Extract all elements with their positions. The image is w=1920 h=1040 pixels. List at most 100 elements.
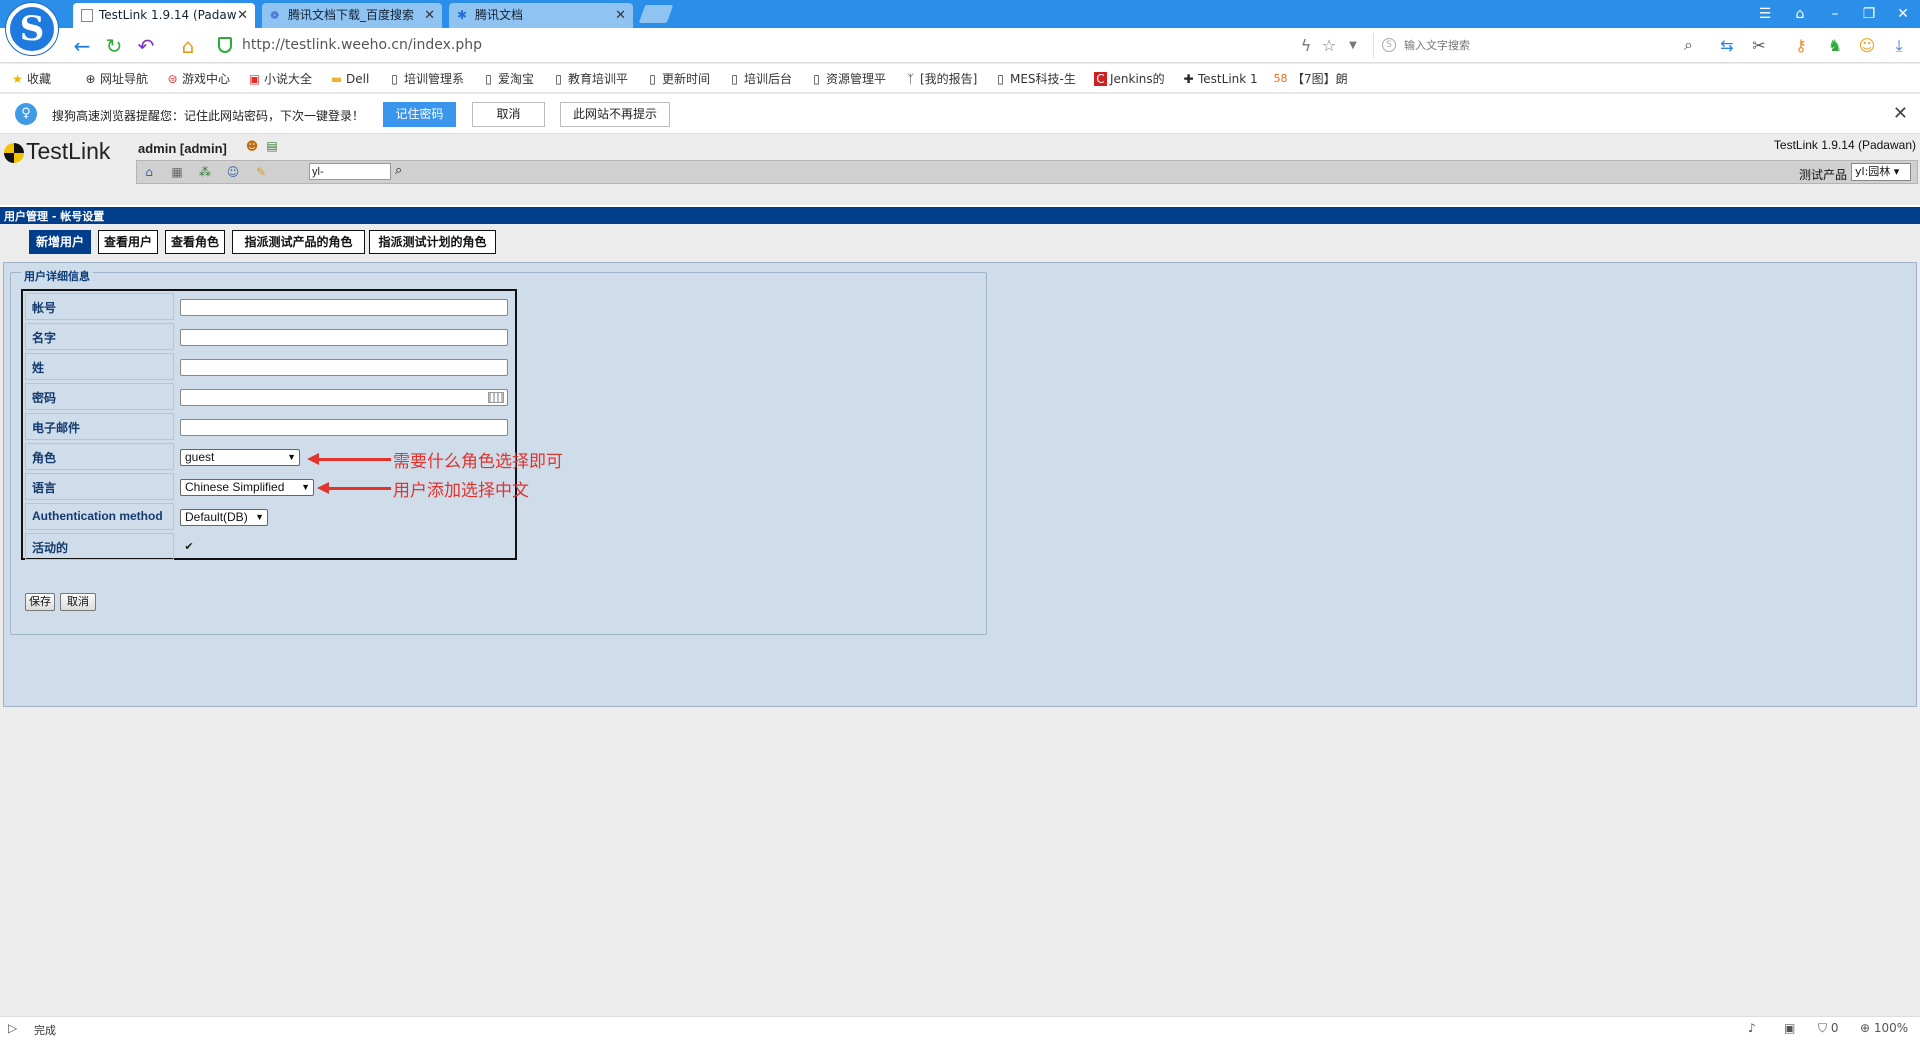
close-icon[interactable]: ✕ [1893, 103, 1908, 124]
tab-view-users[interactable]: 查看用户 [98, 230, 158, 254]
bookmark-item[interactable]: ▯ 教育培训平 [552, 70, 628, 88]
bookmark-item[interactable]: ▯ 爱淘宝 [482, 70, 534, 88]
page-icon: ▯ [731, 72, 738, 86]
search-input[interactable] [1404, 36, 1664, 55]
events-icon[interactable]: ✎ [253, 164, 269, 180]
form-row-firstname: 名字 [25, 323, 513, 351]
form-row-auth: Authentication method Default(DB) ▼ [25, 503, 513, 531]
keyboard-icon[interactable] [488, 392, 504, 403]
bookmark-item[interactable]: ▯ 更新时间 [646, 70, 710, 88]
test-spec-icon[interactable]: ⁂ [197, 164, 213, 180]
close-icon[interactable]: ✕ [424, 3, 435, 28]
logout-icon[interactable]: ▤ [264, 138, 280, 154]
url-host: http://testlink.weeho.cn/ [242, 37, 413, 53]
chevron-down-icon: ▼ [287, 452, 296, 462]
auth-value: Default(DB) [185, 510, 248, 524]
undo-icon[interactable]: ↶ [134, 34, 158, 58]
lightning-icon[interactable]: ϟ [1295, 35, 1317, 57]
download-icon[interactable]: ⤓ [1888, 35, 1910, 57]
restore-button[interactable]: ❐ [1856, 3, 1882, 25]
bookmark-item[interactable]: ⊜ 游戏中心 [166, 70, 230, 88]
tab-assign-product-roles[interactable]: 指派测试产品的角色 [232, 230, 365, 254]
auth-select[interactable]: Default(DB) ▼ [180, 509, 268, 526]
star-icon: ✱ [457, 8, 468, 22]
shield-icon[interactable]: ⛉ 0 [1818, 1021, 1838, 1036]
speaker-icon[interactable]: ♪ [1748, 1021, 1756, 1035]
bookmark-item[interactable]: ▯ 培训后台 [728, 70, 792, 88]
tab-tencent-docs[interactable]: ✱ 腾讯文档 ✕ [449, 3, 633, 28]
menu-icon[interactable]: ☰ [1752, 3, 1778, 25]
smiley-icon[interactable]: ☺ [1856, 35, 1878, 57]
testlink-toolbar: ⌂ ▦ ⁂ ☺ ✎ ⌕ 测试产品 yl:园林 ▾ [136, 160, 1918, 184]
back-arrow-icon[interactable]: ← [70, 34, 94, 58]
locale-value: Chinese Simplified [185, 480, 285, 494]
login-field[interactable] [180, 299, 508, 316]
logo-text: TestLink [26, 138, 111, 164]
user-settings-icon[interactable]: ☻ [244, 138, 260, 154]
new-tab-button[interactable] [638, 5, 674, 23]
bookmark-item[interactable]: ▬ Dell [330, 70, 369, 88]
zoom-control[interactable]: ⊕ 100% [1860, 1021, 1908, 1035]
close-window-button[interactable]: ✕ [1890, 3, 1916, 25]
product-select[interactable]: yl:园林 ▾ [1851, 163, 1911, 181]
close-icon[interactable]: ✕ [237, 3, 248, 28]
bookmark-item[interactable]: ▯ 资源管理平 [810, 70, 886, 88]
search-icon[interactable]: ⌕ [1684, 35, 1693, 55]
cancel-button[interactable]: 取消 [60, 593, 96, 611]
bookmark-favorites[interactable]: ★ 收藏 [11, 70, 51, 88]
bookmark-label: 资源管理平 [826, 72, 887, 86]
tab-baidu-search[interactable]: ❁ 腾讯文档下载_百度搜索 ✕ [262, 3, 442, 28]
home-icon[interactable]: ⌂ [141, 164, 157, 180]
bookmark-item[interactable]: ✚ TestLink 1 [1182, 70, 1258, 88]
form-row-login: 帐号 [25, 293, 513, 321]
bookmark-label: 培训后台 [744, 72, 793, 86]
notify-cancel-button[interactable]: 取消 [472, 102, 545, 127]
58-icon: 58 [1273, 72, 1288, 85]
url-field[interactable]: http://testlink.weeho.cn/index.php [242, 37, 482, 53]
dropdown-arrow-icon[interactable]: ▼ [1342, 35, 1364, 57]
email-field[interactable] [180, 419, 508, 436]
bookmark-item[interactable]: ▯ MES科技-生 [994, 70, 1076, 88]
bookmark-label: 游戏中心 [182, 72, 231, 86]
translate-icon[interactable]: ⇆ [1716, 35, 1738, 57]
requirements-icon[interactable]: ▦ [169, 164, 185, 180]
bookmark-item[interactable]: 58 【7图】朗 [1272, 70, 1348, 88]
tab-view-roles[interactable]: 查看角色 [165, 230, 225, 254]
testcase-search-input[interactable] [309, 163, 391, 180]
gamepad-icon[interactable]: ♞ [1824, 35, 1846, 57]
book-icon: ▣ [248, 72, 261, 86]
report-icon: ᛉ [906, 72, 915, 86]
screenshot-icon[interactable]: ▣ [1784, 1021, 1795, 1035]
favorite-star-icon[interactable]: ☆ [1318, 35, 1340, 57]
bookmark-item[interactable]: ⊕ 网址导航 [84, 70, 148, 88]
close-icon[interactable]: ✕ [615, 3, 626, 28]
password-field[interactable] [180, 389, 508, 406]
sidebar-toggle-icon[interactable]: ▷ [8, 1021, 17, 1035]
secure-shield-icon [218, 37, 232, 53]
shirt-icon[interactable]: ⌂ [1787, 3, 1813, 25]
key-icon[interactable]: ⚷ [1790, 35, 1812, 57]
bookmark-item[interactable]: ▯ 培训管理系 [388, 70, 464, 88]
remember-password-button[interactable]: 记住密码 [383, 102, 456, 127]
save-button[interactable]: 保存 [25, 593, 55, 611]
users-icon[interactable]: ☺ [225, 164, 241, 180]
bookmark-item[interactable]: C Jenkins的 [1094, 70, 1165, 88]
lastname-field[interactable] [180, 359, 508, 376]
tab-testlink[interactable]: TestLink 1.9.14 (Padaw ✕ [73, 3, 255, 28]
locale-select[interactable]: Chinese Simplified ▼ [180, 479, 314, 496]
role-select[interactable]: guest ▼ [180, 449, 300, 466]
bookmark-label: TestLink 1 [1198, 72, 1258, 86]
tab-assign-plan-roles[interactable]: 指派测试计划的角色 [369, 230, 496, 254]
search-icon[interactable]: ⌕ [395, 163, 402, 178]
firstname-field[interactable] [180, 329, 508, 346]
refresh-icon[interactable]: ↻ [102, 34, 126, 58]
home-icon[interactable]: ⌂ [176, 34, 200, 58]
tab-new-user[interactable]: 新增用户 [29, 230, 91, 254]
login-label: 帐号 [25, 293, 174, 320]
active-checkbox[interactable]: ✔ [183, 541, 195, 553]
never-prompt-button[interactable]: 此网站不再提示 [560, 102, 670, 127]
bookmark-item[interactable]: ᛉ [我的报告] [904, 70, 977, 88]
minimize-button[interactable]: – [1822, 3, 1848, 25]
scissors-icon[interactable]: ✂ [1748, 35, 1770, 57]
bookmark-item[interactable]: ▣ 小说大全 [248, 70, 312, 88]
